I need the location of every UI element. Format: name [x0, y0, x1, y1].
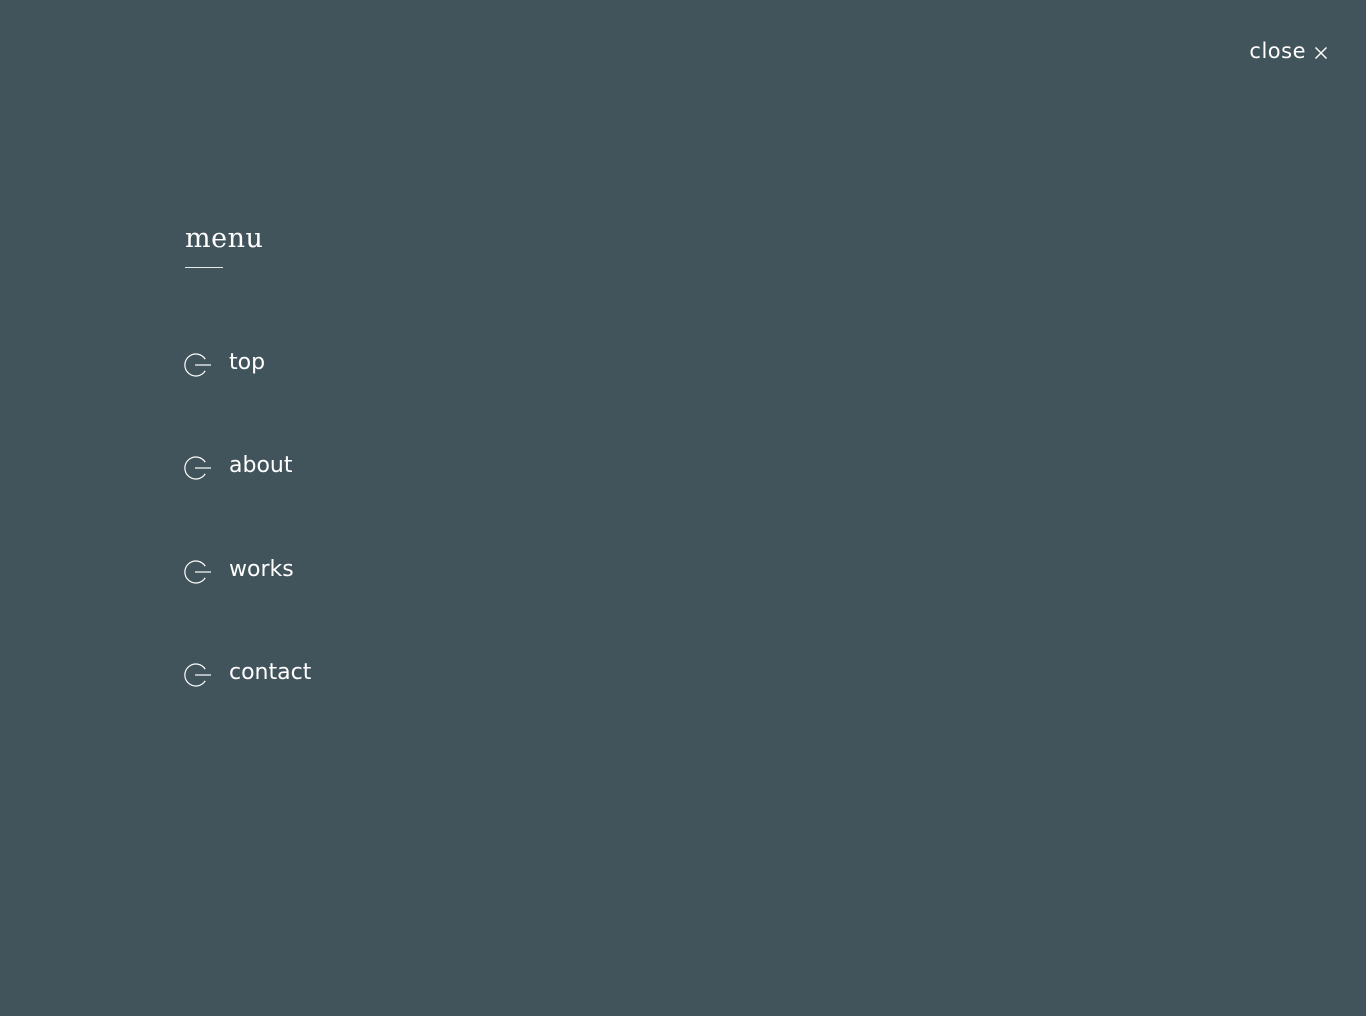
nav-label-works: works	[229, 557, 294, 582]
nav-label-contact: contact	[229, 660, 312, 685]
close-label: close	[1249, 39, 1306, 63]
circle-arrow-icon	[184, 352, 211, 377]
circle-arrow-icon	[184, 662, 211, 687]
nav-item-works[interactable]: works	[182, 553, 294, 587]
nav-label-about: about	[229, 453, 293, 478]
circle-arrow-icon	[184, 559, 211, 584]
menu-heading: menu	[185, 223, 264, 254]
nav-item-about[interactable]: about	[182, 449, 292, 483]
nav-item-top[interactable]: top	[182, 346, 265, 380]
menu-heading-underline	[185, 267, 223, 268]
close-icon	[1315, 46, 1327, 59]
nav-item-contact[interactable]: contact	[182, 656, 311, 690]
menu-overlay: close menu top about works contact	[0, 0, 1366, 1016]
nav-label-top: top	[229, 350, 266, 375]
circle-arrow-icon	[184, 455, 211, 480]
close-button[interactable]: close	[1249, 36, 1328, 66]
